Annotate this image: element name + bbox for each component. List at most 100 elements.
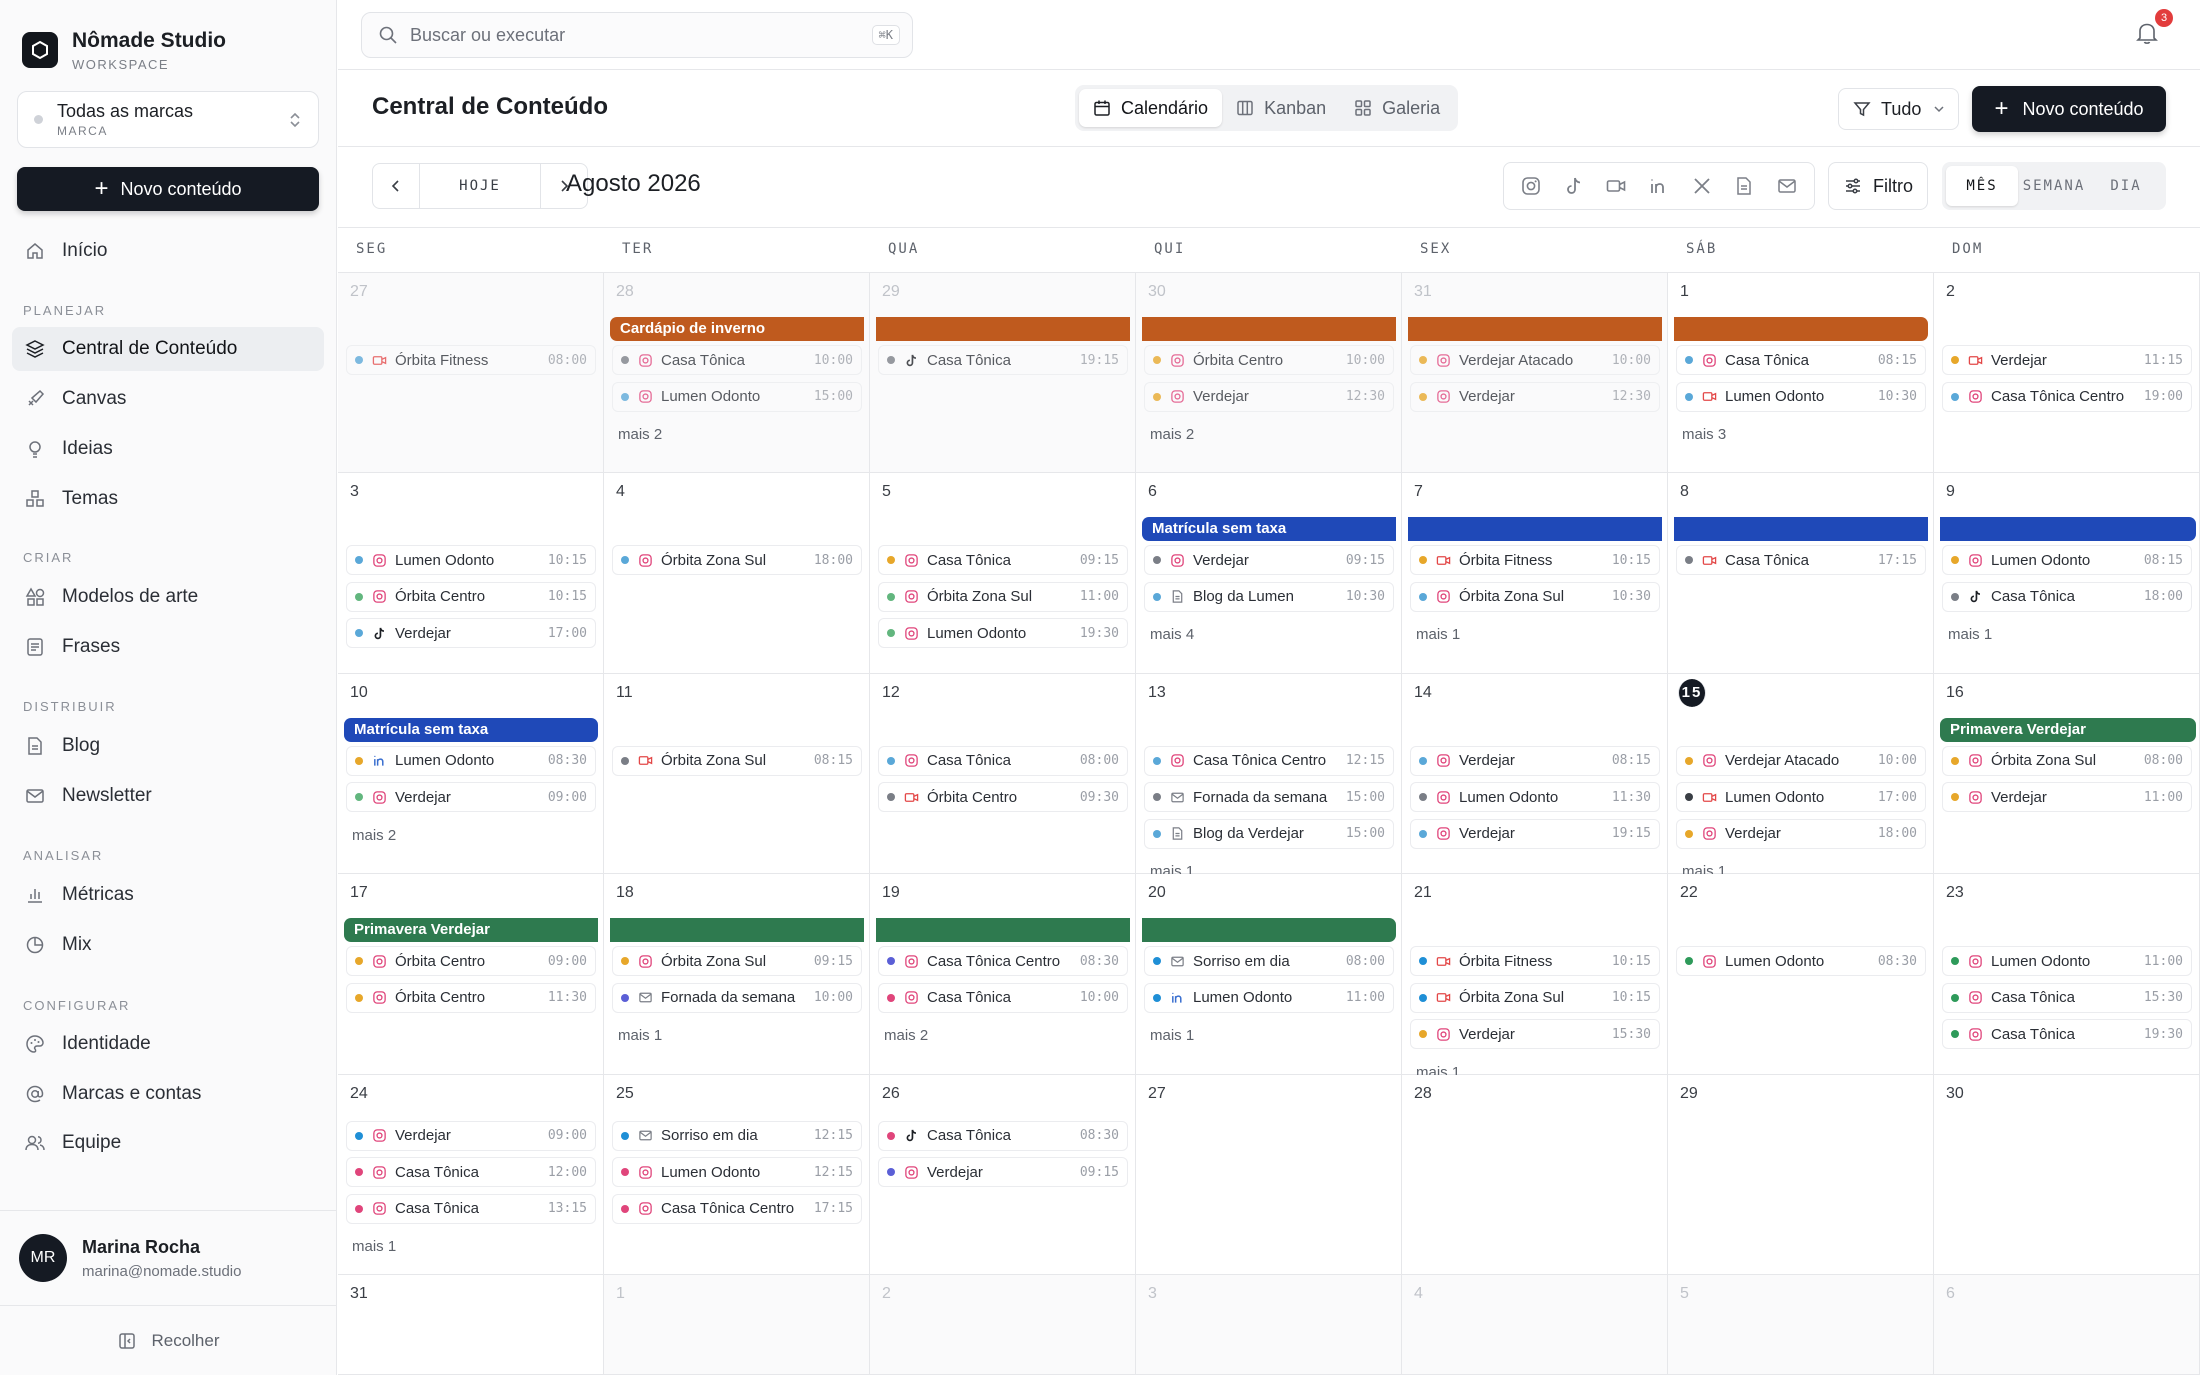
view-galeria[interactable]: Galeria bbox=[1340, 89, 1454, 127]
sidebar-item-frases[interactable]: Frases bbox=[12, 625, 324, 669]
calendar-day-cell[interactable]: 6 bbox=[1934, 1275, 2200, 1375]
calendar-day-cell[interactable]: 10 Lumen Odonto 08:30 Verdejar 09:00 mais 2 bbox=[338, 673, 604, 875]
campaign-bar[interactable]: Matrícula sem taxa bbox=[344, 717, 598, 742]
calendar-event[interactable]: Verdejar 12:30 bbox=[1410, 381, 1660, 412]
instagram-icon[interactable] bbox=[1520, 175, 1542, 197]
sidebar-item-canvas[interactable]: Canvas bbox=[12, 377, 324, 421]
calendar-event[interactable]: Blog da Verdejar 15:00 bbox=[1144, 818, 1394, 849]
workspace-header[interactable]: Nômade Studio WORKSPACE bbox=[22, 28, 226, 72]
calendar-day-cell[interactable]: 31 bbox=[338, 1275, 604, 1375]
tiktok-icon[interactable] bbox=[1563, 175, 1585, 197]
calendar-event[interactable]: Verdejar 15:30 bbox=[1410, 1019, 1660, 1050]
calendar-event[interactable]: Órbita Centro 10:15 bbox=[346, 581, 596, 612]
calendar-event[interactable]: Lumen Odonto 15:00 bbox=[612, 381, 862, 412]
view-calendario[interactable]: Calendário bbox=[1079, 89, 1223, 127]
calendar-event[interactable]: Órbita Fitness 10:15 bbox=[1410, 946, 1660, 977]
calendar-event[interactable]: Verdejar 12:30 bbox=[1144, 381, 1394, 412]
calendar-event[interactable]: Verdejar 17:00 bbox=[346, 618, 596, 649]
calendar-event[interactable]: Casa Tônica 19:30 bbox=[1942, 1019, 2192, 1050]
calendar-day-cell[interactable]: 15 Verdejar Atacado 10:00 Lumen Odonto 17:00… bbox=[1668, 673, 1934, 880]
calendar-event[interactable]: Blog da Lumen 10:30 bbox=[1144, 581, 1394, 612]
campaign-bar[interactable]: Cardápio de inverno bbox=[610, 317, 864, 341]
more-events-link[interactable]: mais 1 bbox=[1416, 626, 1460, 643]
calendar-day-cell[interactable]: 9 Lumen Odonto 08:15 Casa Tônica 18:00 mais 1 bbox=[1934, 473, 2200, 674]
calendar-event[interactable]: Verdejar Atacado 10:00 bbox=[1676, 745, 1926, 776]
video-icon[interactable] bbox=[1605, 175, 1627, 197]
calendar-event[interactable]: Casa Tônica 18:00 bbox=[1942, 581, 2192, 612]
calendar-event[interactable]: Lumen Odonto 17:00 bbox=[1676, 782, 1926, 813]
calendar-day-cell[interactable]: 23 Lumen Odonto 11:00 Casa Tônica 15:30 Casa … bbox=[1934, 874, 2200, 1075]
calendar-event[interactable]: Órbita Zona Sul 08:15 bbox=[612, 745, 862, 776]
calendar-day-cell[interactable]: 4 bbox=[1402, 1275, 1668, 1375]
calendar-day-cell[interactable]: 13 Casa Tônica Centro 12:15 Fornada da sema… bbox=[1136, 673, 1402, 880]
brand-filter-dropdown[interactable]: Tudo bbox=[1838, 88, 1959, 130]
calendar-event[interactable]: Casa Tônica 10:00 bbox=[878, 982, 1128, 1013]
calendar-event[interactable]: Casa Tônica 08:15 bbox=[1676, 345, 1926, 375]
previous-month-button[interactable] bbox=[373, 164, 419, 208]
calendar-day-cell[interactable]: 7 Órbita Fitness 10:15 Órbita Zona Sul 10:30… bbox=[1402, 473, 1668, 674]
calendar-day-cell[interactable]: 24 Verdejar 09:00 Casa Tônica 12:00 Casa Tôni… bbox=[338, 1074, 604, 1275]
more-events-link[interactable]: mais 4 bbox=[1150, 626, 1194, 643]
calendar-event[interactable]: Lumen Odonto 08:30 bbox=[346, 745, 596, 776]
sidebar-item-newsletter[interactable]: Newsletter bbox=[12, 774, 324, 818]
calendar-day-cell[interactable]: 2 Verdejar 11:15 Casa Tônica Centro 19:00 bbox=[1934, 273, 2200, 474]
calendar-event[interactable]: Verdejar 11:15 bbox=[1942, 345, 2192, 375]
campaign-bar[interactable]: Matrícula sem taxa bbox=[1142, 517, 1396, 542]
calendar-day-cell[interactable]: 29 Casa Tônica 19:15 bbox=[870, 273, 1136, 474]
mode-semana[interactable]: SEMANA bbox=[2018, 166, 2090, 206]
sidebar-item-modelos-de-arte[interactable]: Modelos de arte bbox=[12, 575, 324, 619]
campaign-bar[interactable]: Primavera Verdejar bbox=[344, 918, 598, 943]
calendar-event[interactable]: Órbita Centro 10:00 bbox=[1144, 345, 1394, 375]
calendar-event[interactable]: Lumen Odonto 08:15 bbox=[1942, 545, 2192, 576]
calendar-event[interactable]: Casa Tônica 13:15 bbox=[346, 1193, 596, 1224]
calendar-day-cell[interactable]: 3 bbox=[1136, 1275, 1402, 1375]
mode-mes[interactable]: MÊS bbox=[1946, 166, 2018, 206]
sidebar-item-identidade[interactable]: Identidade bbox=[12, 1022, 324, 1066]
calendar-day-cell[interactable]: 28 Casa Tônica 10:00 Lumen Odonto 15:00 mais … bbox=[604, 273, 870, 474]
campaign-bar[interactable] bbox=[1674, 317, 1928, 341]
campaign-bar[interactable] bbox=[1408, 317, 1662, 341]
calendar-event[interactable]: Lumen Odonto 19:30 bbox=[878, 618, 1128, 649]
calendar-event[interactable]: Casa Tônica 08:30 bbox=[878, 1120, 1128, 1151]
calendar-event[interactable]: Casa Tônica Centro 17:15 bbox=[612, 1193, 862, 1224]
sidebar-item-ideias[interactable]: Ideias bbox=[12, 427, 324, 471]
campaign-bar[interactable]: Primavera Verdejar bbox=[1940, 717, 2196, 742]
calendar-event[interactable]: Fornada da semana 10:00 bbox=[612, 982, 862, 1013]
calendar-day-cell[interactable]: 11 Órbita Zona Sul 08:15 bbox=[604, 673, 870, 875]
calendar-event[interactable]: Casa Tônica Centro 08:30 bbox=[878, 946, 1128, 977]
calendar-day-cell[interactable]: 5 Casa Tônica 09:15 Órbita Zona Sul 11:00 Lum… bbox=[870, 473, 1136, 674]
calendar-day-cell[interactable]: 17 Órbita Centro 09:00 Órbita Centro 11:30 bbox=[338, 874, 604, 1075]
search-box[interactable]: ⌘K bbox=[361, 12, 913, 58]
calendar-event[interactable]: Casa Tônica Centro 19:00 bbox=[1942, 381, 2192, 412]
calendar-day-cell[interactable]: 8 Casa Tônica 17:15 bbox=[1668, 473, 1934, 674]
calendar-day-cell[interactable]: 25 Sorriso em dia 12:15 Lumen Odonto 12:15 Ca… bbox=[604, 1074, 870, 1275]
calendar-event[interactable]: Lumen Odonto 11:00 bbox=[1942, 946, 2192, 977]
calendar-day-cell[interactable]: 27 Órbita Fitness 08:00 bbox=[338, 273, 604, 474]
calendar-day-cell[interactable]: 26 Casa Tônica 08:30 Verdejar 09:15 bbox=[870, 1074, 1136, 1275]
calendar-event[interactable]: Órbita Zona Sul 10:15 bbox=[1410, 982, 1660, 1013]
calendar-day-cell[interactable]: 14 Verdejar 08:15 Lumen Odonto 11:30 Verdejar… bbox=[1402, 673, 1668, 875]
user-profile[interactable]: MR Marina Rocha marina@nomade.studio bbox=[0, 1210, 337, 1305]
calendar-day-cell[interactable]: 1 Casa Tônica 08:15 Lumen Odonto 10:30 mais 3 bbox=[1668, 273, 1934, 474]
calendar-event[interactable]: Casa Tônica 12:00 bbox=[346, 1157, 596, 1188]
calendar-event[interactable]: Sorriso em dia 12:15 bbox=[612, 1120, 862, 1151]
search-input[interactable] bbox=[410, 24, 850, 46]
calendar-day-cell[interactable]: 18 Órbita Zona Sul 09:15 Fornada da semana 1… bbox=[604, 874, 870, 1075]
calendar-day-cell[interactable]: 30 Órbita Centro 10:00 Verdejar 12:30 mais 2 bbox=[1136, 273, 1402, 474]
calendar-day-cell[interactable]: 31 Verdejar Atacado 10:00 Verdejar 12:30 bbox=[1402, 273, 1668, 474]
calendar-event[interactable]: Verdejar 09:15 bbox=[1144, 545, 1394, 576]
more-events-link[interactable]: mais 2 bbox=[1150, 426, 1194, 443]
sidebar-item-metricas[interactable]: Métricas bbox=[12, 873, 324, 917]
calendar-event[interactable]: Órbita Fitness 10:15 bbox=[1410, 545, 1660, 576]
calendar-event[interactable]: Lumen Odonto 11:30 bbox=[1410, 782, 1660, 813]
calendar-day-cell[interactable]: 16 Órbita Zona Sul 08:00 Verdejar 11:00 bbox=[1934, 673, 2200, 875]
calendar-event[interactable]: Casa Tônica 10:00 bbox=[612, 345, 862, 375]
campaign-bar[interactable] bbox=[1674, 517, 1928, 542]
calendar-event[interactable]: Lumen Odonto 11:00 bbox=[1144, 982, 1394, 1013]
calendar-event[interactable]: Verdejar 08:15 bbox=[1410, 745, 1660, 776]
calendar-day-cell[interactable]: 6 Verdejar 09:15 Blog da Lumen 10:30 mais 4 bbox=[1136, 473, 1402, 674]
calendar-day-cell[interactable]: 1 bbox=[604, 1275, 870, 1375]
calendar-event[interactable]: Lumen Odonto 12:15 bbox=[612, 1157, 862, 1188]
bell-icon[interactable] bbox=[2134, 20, 2160, 46]
brand-selector[interactable]: Todas as marcas MARCA bbox=[17, 91, 319, 148]
